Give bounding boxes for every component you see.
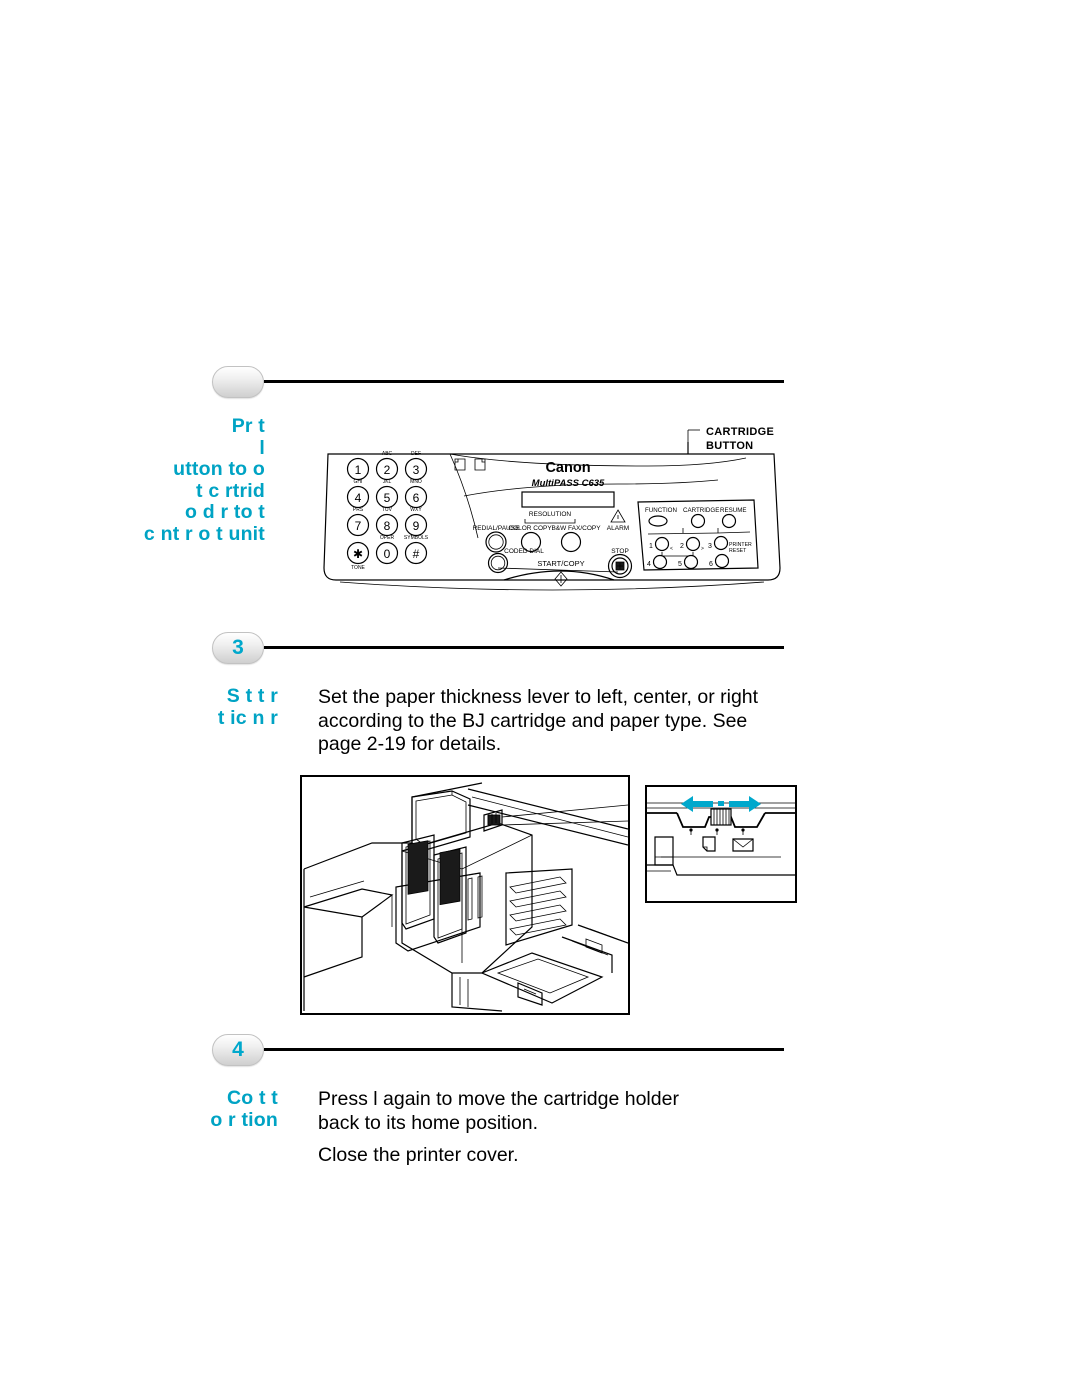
model-text: MultiPASS C635 (532, 478, 605, 489)
svg-text:RESET: RESET (729, 548, 747, 554)
svg-text:6: 6 (413, 491, 420, 505)
svg-text:START/COPY: START/COPY (537, 559, 584, 568)
svg-text:2: 2 (384, 463, 391, 477)
svg-text:✱: ✱ (353, 547, 363, 561)
cartridge-button (690, 513, 706, 529)
svg-text:ABC: ABC (382, 451, 393, 457)
svg-text:SYMBOLS: SYMBOLS (404, 535, 429, 541)
step-rule-4 (264, 1048, 784, 1051)
svg-text:GHI: GHI (354, 479, 363, 485)
right-button-block: FUNCTION CARTRIDGE RESUME 1 < 2 > 3 PRIN… (637, 499, 759, 571)
svg-text:RESUME: RESUME (720, 507, 746, 514)
step-body-4: Press l again to move the cartridge hold… (318, 1088, 679, 1134)
svg-text:TUV: TUV (382, 507, 393, 513)
step-badge-4: 4 (212, 1034, 264, 1066)
svg-text:8: 8 (384, 519, 391, 533)
cartridge-button-callout-label: CARTRIDGE BUTTON (706, 426, 775, 452)
svg-text:JKL: JKL (383, 479, 392, 485)
svg-text:COLOR COPY: COLOR COPY (508, 525, 552, 532)
svg-text:RESOLUTION: RESOLUTION (529, 511, 572, 518)
svg-text:TONE: TONE (351, 565, 365, 571)
printer-interior-illustration (300, 775, 630, 1015)
svg-text:WXY: WXY (410, 507, 422, 513)
svg-text:<: < (670, 546, 673, 552)
step-rule-3 (264, 646, 784, 649)
step-label-4: Co t t o r tion (210, 1087, 278, 1131)
svg-text:9: 9 (413, 519, 420, 533)
svg-text:3: 3 (413, 463, 420, 477)
svg-text:B&W FAX/COPY: B&W FAX/COPY (551, 525, 601, 532)
step-label-top: Pr t l utton to o t c rtrid o d r to t c… (143, 415, 265, 545)
svg-text:OPER: OPER (380, 535, 395, 541)
svg-text:MNO: MNO (410, 479, 422, 485)
svg-text:0: 0 (384, 547, 391, 561)
paper-thickness-lever-inset (645, 785, 797, 903)
step-body-3: Set the paper thickness lever to left, c… (318, 686, 759, 755)
brand-text: Canon (545, 460, 590, 476)
svg-text:CARTRIDGE: CARTRIDGE (683, 507, 719, 514)
svg-text:DEF: DEF (411, 451, 421, 457)
step-body-4-secondary: Close the printer cover. (318, 1144, 519, 1166)
keypad: 1 2 ABC 3 DEF 4 GHI 5 JKL 6 MNO 7 PRS 8 … (346, 451, 429, 571)
svg-text:>: > (701, 546, 704, 552)
svg-text:#: # (413, 547, 420, 561)
svg-text:1: 1 (649, 543, 653, 550)
svg-text:3: 3 (708, 543, 712, 550)
svg-text:CODED DIAL: CODED DIAL (504, 548, 544, 555)
control-panel-illustration: CARTRIDGE BUTTON Canon MultiPASS C635 1 … (318, 420, 788, 620)
lcd-display (521, 491, 615, 508)
svg-text:PRS: PRS (353, 507, 364, 513)
svg-text:ALARM: ALARM (607, 525, 629, 532)
svg-text:1: 1 (355, 463, 362, 477)
manual-page: Pr t l utton to o t c rtrid o d r to t c… (0, 0, 1080, 1397)
svg-text:6: 6 (709, 561, 713, 568)
svg-text:FUNCTION: FUNCTION (645, 507, 677, 514)
svg-text:5: 5 (678, 561, 682, 568)
svg-text:5: 5 (384, 491, 391, 505)
step-badge-3: 3 (212, 632, 264, 664)
svg-text:4: 4 (355, 491, 362, 505)
step-label-3: S t t r t ic n r (217, 685, 278, 729)
step-rule-top (264, 380, 784, 383)
step-badge-top (212, 366, 264, 398)
svg-text:4: 4 (647, 561, 651, 568)
svg-text:7: 7 (355, 519, 362, 533)
svg-text:2: 2 (680, 543, 684, 550)
